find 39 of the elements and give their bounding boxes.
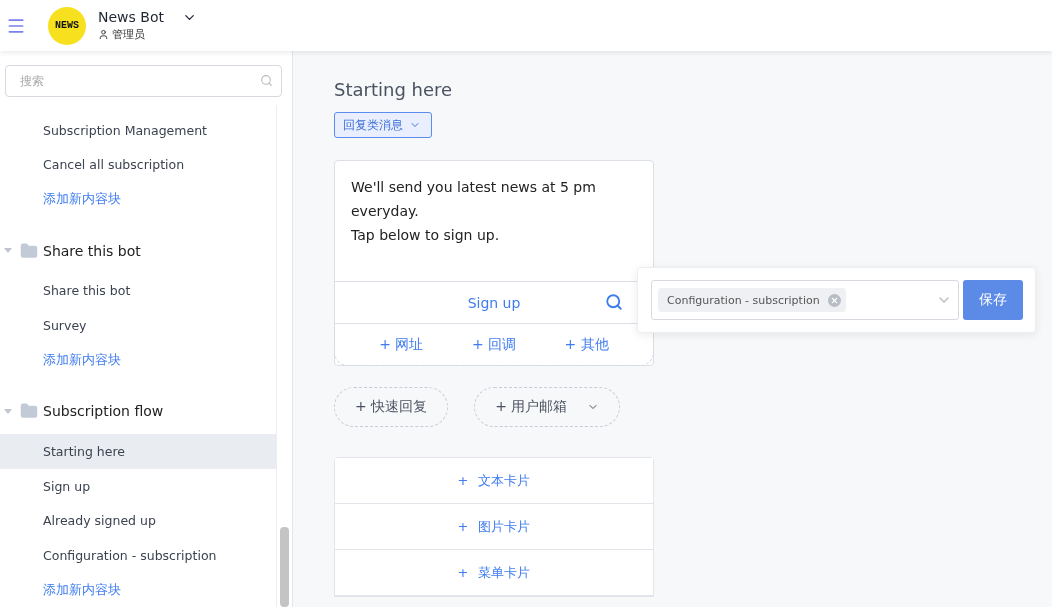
bot-switcher[interactable]: News Bot	[98, 9, 197, 25]
caret-icon[interactable]	[4, 248, 12, 254]
block-select[interactable]: Configuration - subscription	[651, 280, 960, 320]
add-button-option[interactable]: + 网址	[373, 334, 430, 355]
message-type-dropdown[interactable]: 回复类消息	[334, 112, 432, 138]
sidebar-item[interactable]: Starting here	[0, 434, 277, 469]
card-button[interactable]: Sign up	[461, 293, 527, 312]
add-card-button[interactable]: + 文本卡片	[335, 458, 653, 504]
message-text: Tap below to sign up.	[351, 226, 501, 245]
add-button-option[interactable]: + 其他	[558, 334, 615, 355]
scrollbar-thumb[interactable]	[280, 527, 289, 607]
search-icon	[260, 74, 273, 87]
search-icon[interactable]	[605, 293, 623, 311]
folder-name: Subscription flow	[43, 403, 164, 420]
add-button-option[interactable]: + 回调	[465, 334, 523, 355]
add-block-link[interactable]: 添加新内容块	[0, 342, 277, 378]
sidebar-item[interactable]: Subscription Management	[0, 113, 277, 148]
folder-name: Share this bot	[43, 242, 141, 259]
remove-tag-icon[interactable]	[827, 293, 841, 307]
caret-icon[interactable]	[4, 408, 12, 414]
sidebar-item[interactable]: Survey	[0, 308, 277, 343]
bot-logo: NEWS	[48, 6, 86, 45]
folder-icon	[20, 402, 38, 421]
search-field[interactable]: 搜索	[5, 65, 282, 97]
sidebar-item[interactable]: Configuration - subscription	[0, 537, 277, 573]
add-block-link[interactable]: 添加新内容块	[0, 572, 277, 607]
folder-icon	[20, 241, 38, 260]
message-text: We'll send you latest news at 5 pm everyday.	[351, 178, 597, 221]
sidebar-item[interactable]: Share this bot	[0, 273, 277, 309]
sidebar-item[interactable]: Sign up	[0, 468, 277, 504]
add-block-link[interactable]: 添加新内容块	[0, 182, 277, 217]
block-title: Starting here	[334, 79, 453, 100]
user-icon	[98, 29, 109, 40]
sidebar-item[interactable]: Cancel all subscription	[0, 147, 277, 183]
user-role: 管理员	[112, 27, 145, 42]
tag-label: Configuration - subscription	[667, 293, 820, 307]
folder-row[interactable]: Subscription flow	[0, 388, 277, 435]
folder-row[interactable]: Share this bot	[0, 227, 277, 274]
sidebar-item[interactable]: Already signed up	[0, 503, 277, 538]
